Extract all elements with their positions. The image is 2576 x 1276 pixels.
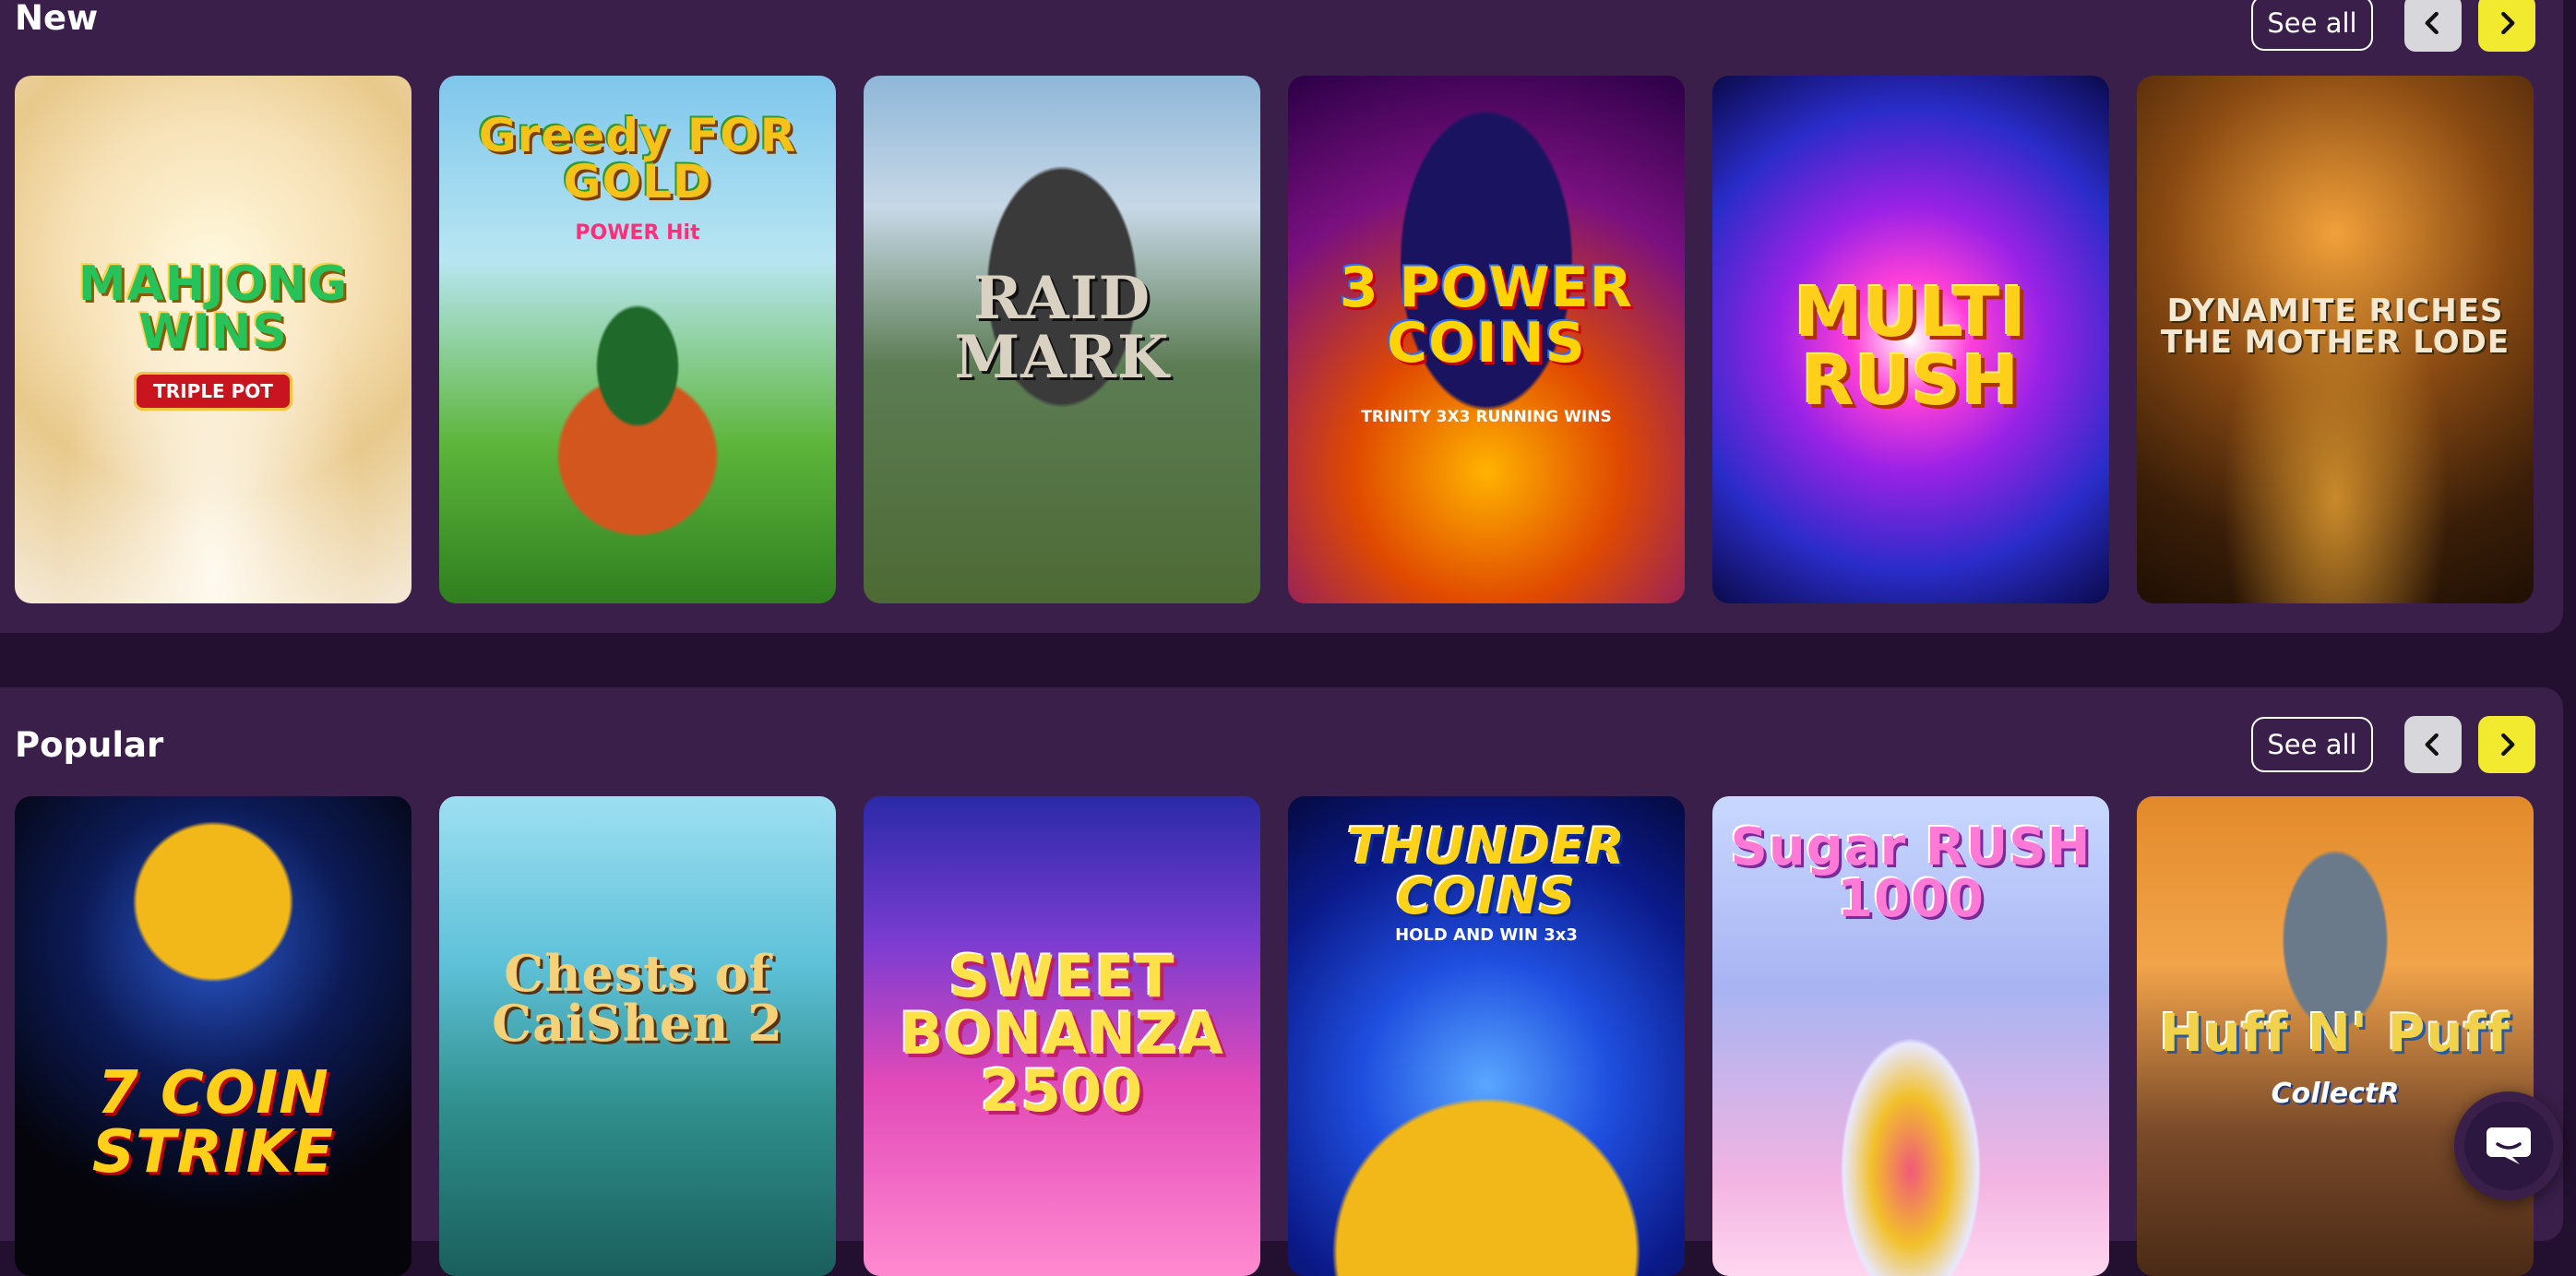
game-logo: MULTI RUSH [1795, 273, 2027, 421]
game-logo: MAHJONG WINS [78, 256, 349, 360]
game-logo: 3 POWER COINS [1340, 256, 1633, 376]
game-card-huff-n-puff[interactable]: Huff N' Puff CollectR [2137, 796, 2534, 1276]
game-card-dynamite-riches[interactable]: DYNAMITE RICHES THE MOTHER LODE [2137, 76, 2534, 603]
game-logo: SWEET BONANZA 2500 [900, 943, 1224, 1125]
game-logo: Greedy FOR GOLD [478, 109, 797, 209]
chat-bubble-icon [2487, 1127, 2531, 1164]
game-card-raid-mark[interactable]: RAID MARK [864, 76, 1260, 603]
popular-games-section: Popular See all 7 COIN STRIKE Chests of … [0, 687, 2563, 1276]
game-logo: Chests of CaiShen 2 [492, 944, 783, 1053]
new-games-section: New See all MAHJONG WINS TRIPLE POT Gree… [0, 0, 2563, 633]
game-logo: 7 COIN STRIKE [91, 1059, 335, 1187]
game-logo: THUNDER COINS [1347, 817, 1626, 925]
game-card-sweet-bonanza[interactable]: SWEET BONANZA 2500 [864, 796, 1260, 1276]
game-subtitle: TRINITY 3X3 RUNNING WINS [1361, 408, 1612, 426]
game-subtitle: POWER Hit [575, 221, 700, 244]
game-subtitle: TRIPLE POT [15, 372, 411, 411]
game-card-greedy-for-gold[interactable]: Greedy FOR GOLD POWER Hit [439, 76, 836, 603]
game-card-coin-strike[interactable]: 7 COIN STRIKE [15, 796, 411, 1276]
game-card-sugar-rush[interactable]: Sugar RUSH 1000 [1712, 796, 2109, 1276]
game-subtitle: HOLD AND WIN 3x3 [1395, 925, 1578, 945]
game-row-new: MAHJONG WINS TRIPLE POT Greedy FOR GOLD … [15, 0, 2563, 633]
game-row-popular: 7 COIN STRIKE Chests of CaiShen 2 SWEET … [15, 687, 2563, 1276]
game-logo: RAID MARK [954, 264, 1170, 392]
game-card-thunder-coins[interactable]: THUNDER COINS HOLD AND WIN 3x3 [1288, 796, 1685, 1276]
game-card-multi-rush[interactable]: MULTI RUSH [1712, 76, 2109, 603]
game-logo: DYNAMITE RICHES THE MOTHER LODE [2160, 292, 2510, 361]
game-card-mahjong-wins[interactable]: MAHJONG WINS TRIPLE POT [15, 76, 411, 603]
game-logo: Sugar RUSH 1000 [1730, 817, 2092, 929]
game-logo: Huff N' Puff [2159, 1004, 2511, 1064]
chat-button-inner [2464, 1102, 2553, 1190]
game-card-3-power-coins[interactable]: 3 POWER COINS TRINITY 3X3 RUNNING WINS [1288, 76, 1685, 603]
chat-support-button[interactable] [2454, 1091, 2563, 1200]
game-card-chests-of-caishen[interactable]: Chests of CaiShen 2 [439, 796, 836, 1276]
